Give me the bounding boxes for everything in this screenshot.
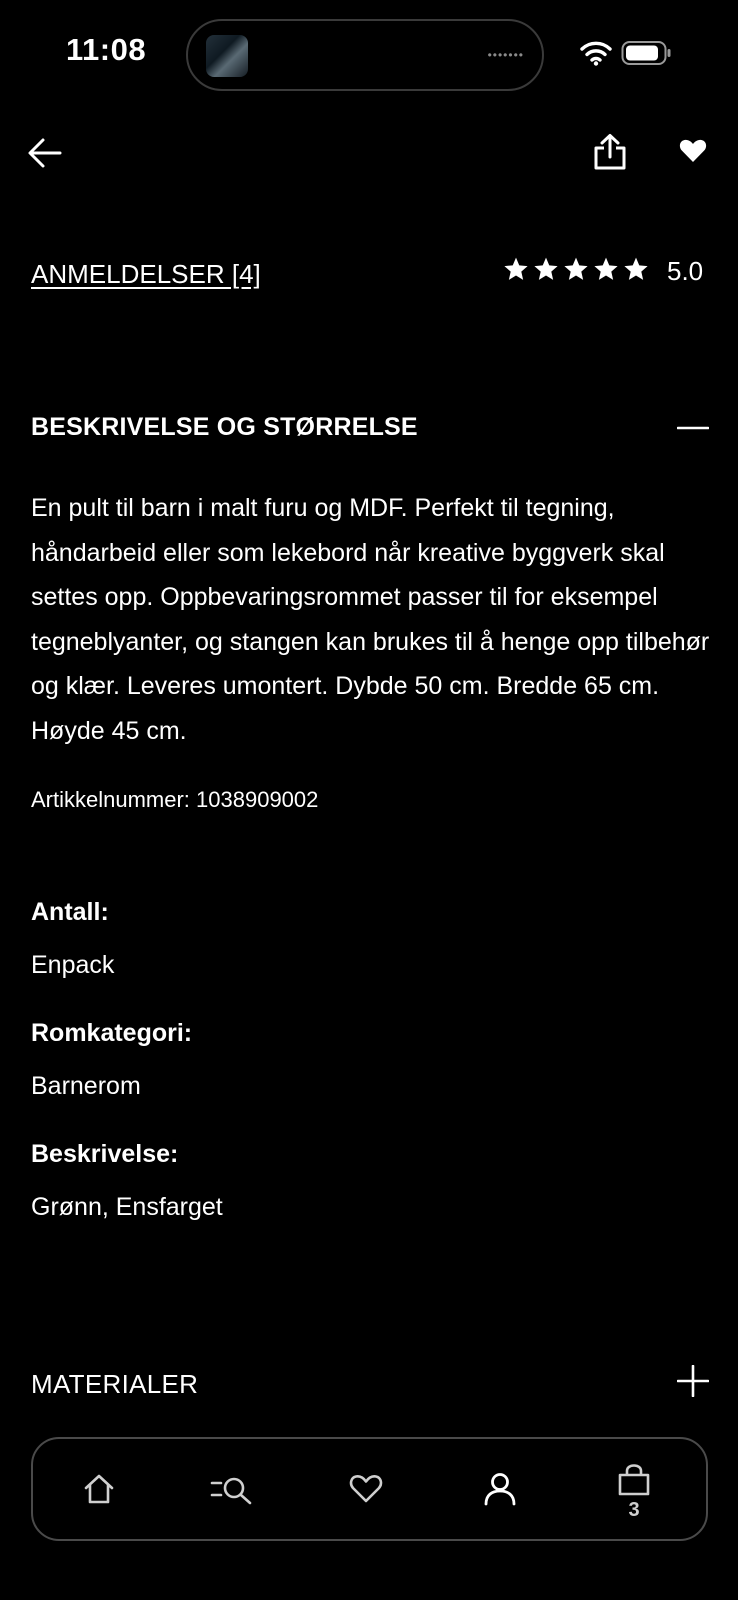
heart-outline-icon (349, 1475, 383, 1503)
star-icon (624, 257, 648, 280)
attribute-label-description: Beskrivelse: (31, 1140, 179, 1168)
arrow-left-icon (28, 138, 62, 168)
star-icon (534, 257, 558, 280)
description-section-title[interactable]: BESKRIVELSE OG STØRRELSE (31, 413, 418, 442)
user-icon (484, 1473, 516, 1506)
star-icon (504, 257, 528, 280)
audio-waveform-icon: ••••••• (487, 48, 524, 62)
description-text: En pult til barn i malt furu og MDF. Per… (31, 494, 710, 745)
collapse-description-button[interactable] (676, 414, 710, 442)
back-button[interactable] (25, 133, 65, 173)
favorite-button[interactable] (673, 134, 713, 168)
heart-icon (679, 139, 707, 162)
rating-stars (503, 256, 649, 282)
article-number: Artikkelnummer: 1038909002 (31, 787, 319, 812)
wifi-icon (580, 40, 612, 71)
cart-count-badge: 3 (628, 1499, 640, 1521)
expand-materials-button[interactable] (676, 1364, 710, 1398)
attribute-value-description: Grønn, Ensfarget (31, 1193, 223, 1221)
star-icon (594, 257, 618, 280)
search-icon (210, 1477, 252, 1505)
tab-search[interactable] (177, 1439, 287, 1539)
materials-section-title[interactable]: MATERIALER (31, 1369, 198, 1400)
attribute-value-quantity: Enpack (31, 951, 115, 979)
dynamic-island[interactable]: ••••••• (186, 19, 544, 91)
tab-account[interactable] (445, 1439, 555, 1539)
minus-icon (677, 426, 709, 430)
plus-icon (677, 1365, 709, 1397)
status-time: 11:08 (66, 32, 147, 67)
tab-home[interactable] (44, 1439, 154, 1539)
battery-icon (621, 40, 671, 71)
bag-icon (618, 1464, 650, 1496)
share-icon (594, 134, 626, 170)
attribute-label-room-category: Romkategori: (31, 1019, 193, 1047)
rating-value: 5.0 (667, 256, 704, 286)
attribute-label-quantity: Antall: (31, 898, 109, 926)
attribute-value-room-category: Barnerom (31, 1072, 141, 1100)
bottom-tab-bar: 3 (31, 1437, 708, 1541)
share-button[interactable] (590, 130, 630, 174)
reviews-link[interactable]: ANMELDELSER [4] (31, 259, 261, 290)
tab-favorites[interactable] (311, 1439, 421, 1539)
now-playing-artwork (206, 35, 248, 77)
star-icon (564, 257, 588, 280)
home-icon (84, 1474, 114, 1504)
tab-cart[interactable]: 3 (579, 1439, 689, 1539)
